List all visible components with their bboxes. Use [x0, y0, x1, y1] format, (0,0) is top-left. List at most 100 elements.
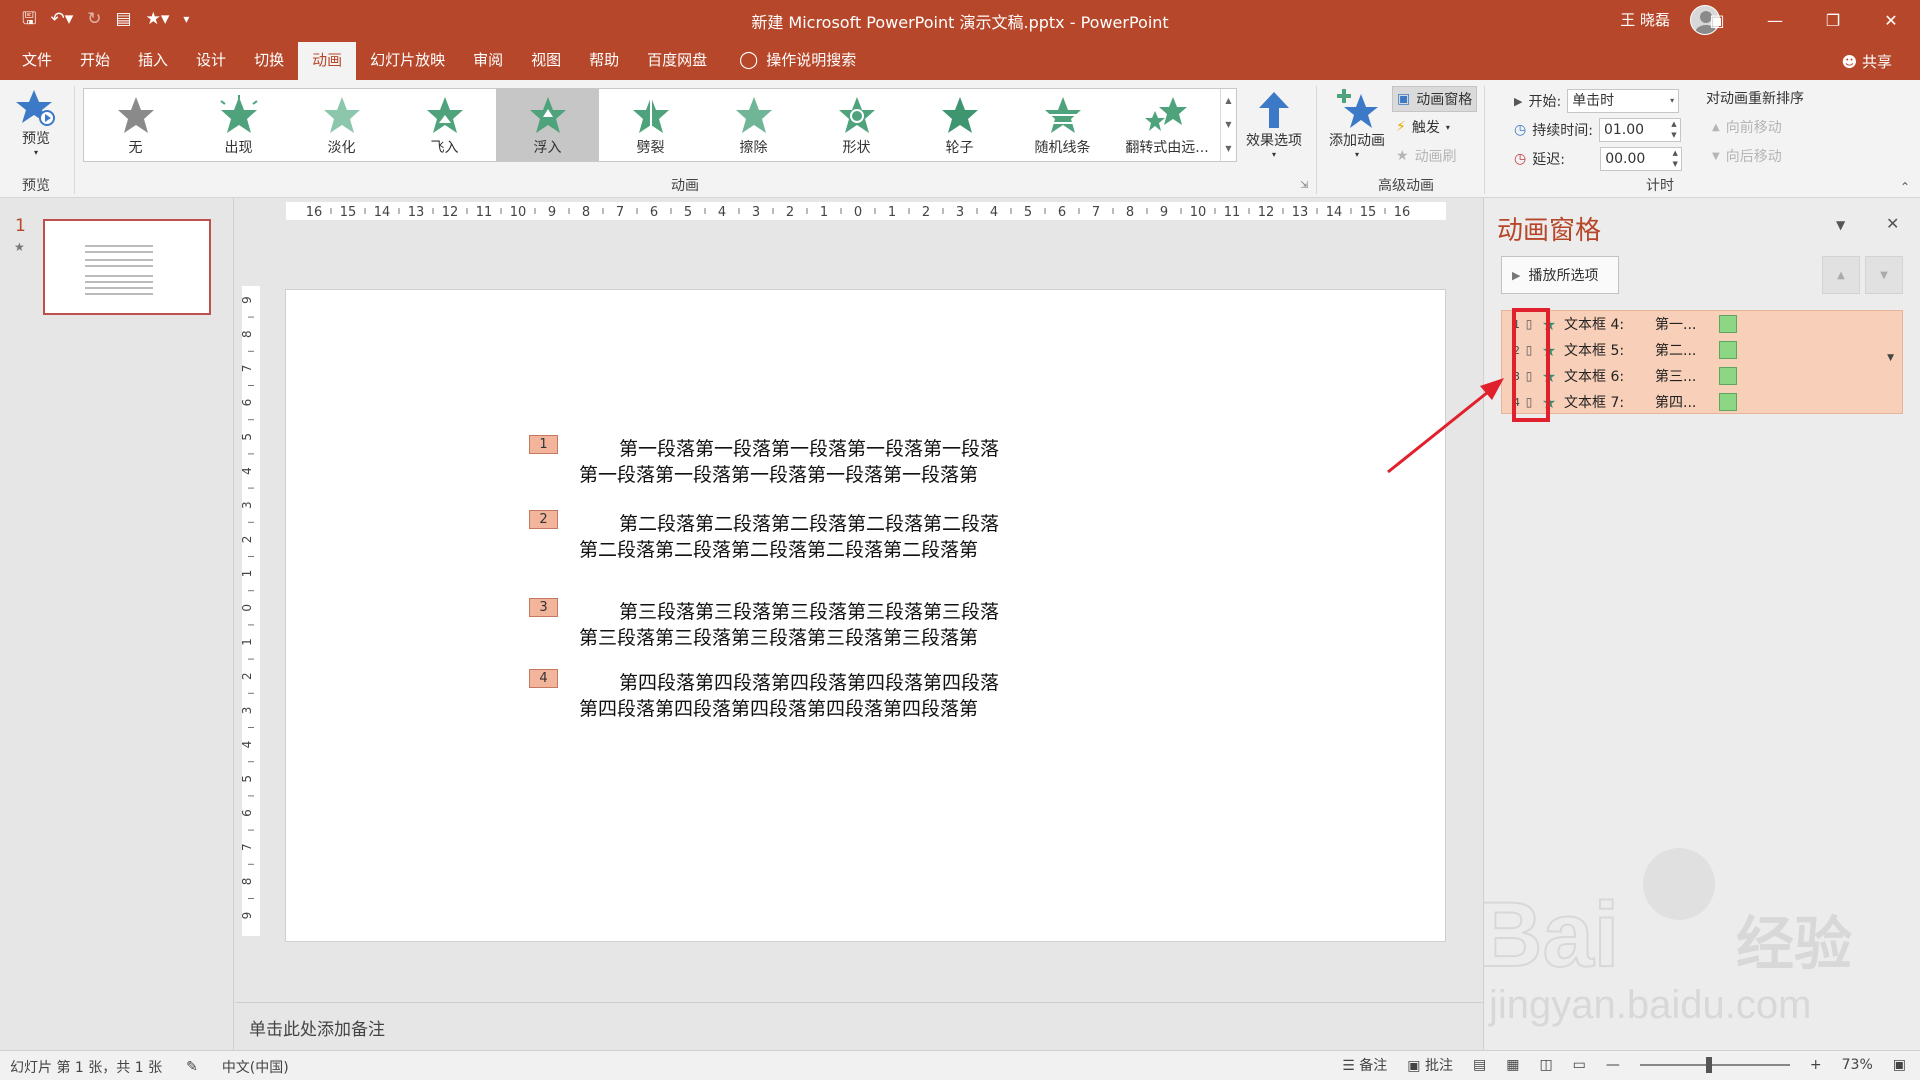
- collapse-ribbon-icon[interactable]: ⌃: [1900, 180, 1910, 194]
- notes-pane[interactable]: 单击此处添加备注: [235, 1002, 1483, 1050]
- animation-list-item[interactable]: 2 ▯ ★ 文本框 5: 第二...: [1502, 337, 1904, 363]
- pane-options-icon[interactable]: ▼: [1836, 218, 1845, 232]
- dialog-launcher-icon[interactable]: ⇲: [1300, 180, 1308, 191]
- tab-design[interactable]: 设计: [182, 40, 240, 80]
- tab-review[interactable]: 审阅: [459, 40, 517, 80]
- animation-list-item[interactable]: 1 ▯ ★ 文本框 4: 第一...: [1502, 311, 1904, 337]
- text-box-4[interactable]: 第四段落第四段落第四段落第四段落第四段落 第四段落第四段落第四段落第四段落第四段…: [579, 670, 1049, 722]
- effect-options-button[interactable]: 效果选项 ▾: [1242, 90, 1306, 159]
- anim-target: 文本框 5:: [1564, 343, 1625, 359]
- anim-target: 文本框 4:: [1564, 317, 1625, 333]
- undo-icon[interactable]: ↶▾: [50, 8, 73, 30]
- slideshow-view-icon[interactable]: ▭: [1573, 1057, 1586, 1073]
- close-icon[interactable]: ✕: [1886, 214, 1899, 233]
- anim-random-bars[interactable]: 随机线条: [1011, 89, 1114, 161]
- animation-tag-2[interactable]: 2: [529, 510, 558, 529]
- spinner-icon[interactable]: ▲ ▼: [1669, 148, 1681, 170]
- text-box-1[interactable]: 第一段落第一段落第一段落第一段落第一段落 第一段落第一段落第一段落第一段落第一段…: [579, 436, 1049, 488]
- anim-split[interactable]: 劈裂: [599, 89, 702, 161]
- text-box-2[interactable]: 第二段落第二段落第二段落第二段落第二段落 第二段落第二段落第二段落第二段落第二段…: [579, 511, 1049, 563]
- ribbon-display-icon[interactable]: ▣: [1688, 0, 1746, 40]
- start-select[interactable]: 单击时 ▾: [1567, 89, 1680, 113]
- preview-button[interactable]: 预览 ▾: [14, 88, 58, 157]
- customize-icon[interactable]: ▾: [183, 8, 189, 30]
- share-button[interactable]: ☻ 共享: [1842, 51, 1892, 72]
- thumb-line: [85, 245, 153, 247]
- play-selected-button[interactable]: ▶ 播放所选项: [1501, 256, 1619, 294]
- delay-input[interactable]: 00.00 ▲ ▼: [1600, 147, 1683, 171]
- present-icon[interactable]: ▤: [116, 8, 132, 30]
- start-row: ▶ 开始: 单击时 ▾: [1514, 89, 1680, 113]
- duration-input[interactable]: 01.00 ▲ ▼: [1598, 118, 1681, 142]
- ruler-label: 9: [548, 205, 556, 220]
- ruler-label: 1: [888, 205, 896, 220]
- tab-home[interactable]: 开始: [66, 40, 124, 80]
- anim-shape[interactable]: 形状: [805, 89, 908, 161]
- anim-fade[interactable]: 淡化: [290, 89, 393, 161]
- slide-thumbnail[interactable]: [43, 219, 211, 315]
- anim-fly-in[interactable]: 飞入: [393, 89, 496, 161]
- text-box-3[interactable]: 第三段落第三段落第三段落第三段落第三段落 第三段落第三段落第三段落第三段落第三段…: [579, 599, 1049, 651]
- animation-painter-button[interactable]: ★ 动画刷: [1396, 146, 1457, 166]
- anim-none[interactable]: 无: [84, 89, 187, 161]
- slide-canvas[interactable]: 1 第一段落第一段落第一段落第一段落第一段落 第一段落第一段落第一段落第一段落第…: [285, 289, 1446, 942]
- normal-view-icon[interactable]: ▤: [1473, 1057, 1486, 1073]
- zoom-out-icon[interactable]: —: [1606, 1057, 1620, 1073]
- anim-grow-turn[interactable]: 翻转式由远...: [1114, 89, 1220, 161]
- tab-file[interactable]: 文件: [0, 40, 66, 80]
- add-animation-button[interactable]: 添加动画 ▾: [1324, 88, 1390, 159]
- gallery-scrollbar[interactable]: ▲ ▼ ▼: [1220, 89, 1236, 161]
- minimize-icon[interactable]: —: [1746, 0, 1804, 40]
- ribbon: 预览 ▾ 预览 无 出现 淡化 飞入 浮入 劈裂 擦除 形状 轮子 随机线条 翻…: [0, 80, 1920, 198]
- zoom-slider-thumb[interactable]: [1705, 1057, 1712, 1073]
- tab-baidu-netdisk[interactable]: 百度网盘: [633, 40, 721, 80]
- redo-icon[interactable]: ↻: [87, 8, 101, 30]
- language-status[interactable]: 中文(中国): [222, 1057, 289, 1077]
- animation-list-item[interactable]: 3 ▯ ★ 文本框 6: 第三...: [1502, 363, 1904, 389]
- scroll-up-icon[interactable]: ▲: [1221, 89, 1236, 113]
- anim-grow-turn-label: 翻转式由远...: [1125, 140, 1209, 156]
- zoom-level[interactable]: 73%: [1842, 1057, 1873, 1073]
- restore-icon[interactable]: ❐: [1804, 0, 1862, 40]
- spinner-icon[interactable]: ▲ ▼: [1668, 119, 1680, 141]
- anim-appear[interactable]: 出现: [187, 89, 290, 161]
- move-earlier-button[interactable]: ▲ 向前移动: [1712, 117, 1782, 137]
- star-icon[interactable]: ★▾: [146, 8, 170, 30]
- tab-slideshow[interactable]: 幻灯片放映: [356, 40, 459, 80]
- chevron-down-icon[interactable]: ▼: [1887, 353, 1894, 363]
- zoom-slider[interactable]: [1639, 1057, 1790, 1073]
- reading-view-icon[interactable]: ◫: [1539, 1057, 1552, 1073]
- tab-help[interactable]: 帮助: [575, 40, 633, 80]
- animation-tag-3[interactable]: 3: [529, 598, 558, 617]
- anim-wipe[interactable]: 擦除: [702, 89, 805, 161]
- slide-sorter-icon[interactable]: ▦: [1506, 1057, 1519, 1073]
- comments-toggle[interactable]: ▣ 批注: [1407, 1055, 1453, 1075]
- move-later-button[interactable]: ▼ 向后移动: [1712, 146, 1782, 166]
- user-name[interactable]: 王 晓磊: [1620, 9, 1670, 30]
- tab-view[interactable]: 视图: [517, 40, 575, 80]
- ruler-label: 0: [242, 604, 254, 612]
- animation-tag-4[interactable]: 4: [529, 669, 558, 688]
- zoom-in-icon[interactable]: +: [1810, 1057, 1822, 1073]
- animation-list-item[interactable]: 4 ▯ ★ 文本框 7: 第四...: [1502, 389, 1904, 415]
- notes-toggle[interactable]: ☰ 备注: [1342, 1055, 1387, 1075]
- tab-animations[interactable]: 动画: [298, 42, 357, 80]
- tab-transitions[interactable]: 切换: [240, 40, 298, 80]
- move-down-button[interactable]: ▼: [1865, 256, 1903, 294]
- spellcheck-icon[interactable]: ✎: [186, 1059, 198, 1075]
- fit-slide-icon[interactable]: ▣: [1893, 1057, 1906, 1073]
- animation-pane-button[interactable]: ▣ 动画窗格: [1392, 86, 1478, 112]
- anim-wheel[interactable]: 轮子: [908, 89, 1011, 161]
- close-icon[interactable]: ✕: [1862, 0, 1920, 40]
- trigger-button[interactable]: ⚡ 触发 ▾: [1396, 117, 1450, 137]
- anim-float-in[interactable]: 浮入: [496, 89, 599, 161]
- animation-tag-1[interactable]: 1: [529, 435, 558, 454]
- tab-insert[interactable]: 插入: [124, 40, 182, 80]
- move-up-button[interactable]: ▲: [1822, 256, 1860, 294]
- clock-icon: ◷: [1514, 122, 1527, 138]
- tell-me-search[interactable]: ◯ 操作说明搜索: [721, 40, 870, 80]
- save-icon[interactable]: 🖫: [22, 8, 36, 30]
- gallery-more-icon[interactable]: ▼: [1221, 137, 1236, 161]
- ruler-label: 7: [242, 365, 254, 373]
- scroll-down-icon[interactable]: ▼: [1221, 113, 1236, 137]
